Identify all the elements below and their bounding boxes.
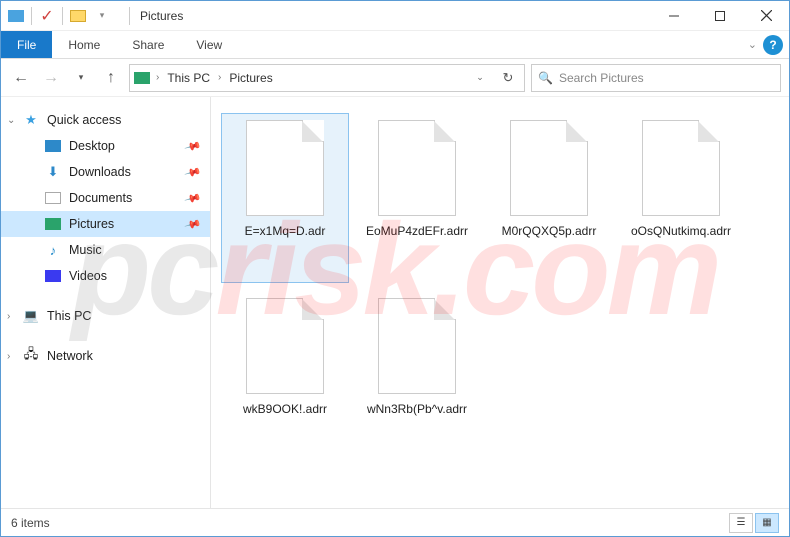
tab-share[interactable]: Share	[116, 31, 180, 58]
up-button[interactable]: ↑	[99, 66, 123, 90]
file-icon	[642, 120, 720, 216]
file-item[interactable]: wkB9OOK!.adrr	[221, 291, 349, 461]
chevron-right-icon[interactable]: ›	[7, 311, 10, 322]
location-icon	[134, 70, 150, 86]
tab-view[interactable]: View	[180, 31, 238, 58]
sidebar-item-desktop[interactable]: Desktop 📌	[1, 133, 210, 159]
pin-icon: 📌	[184, 189, 202, 207]
sidebar-item-label: Network	[47, 349, 93, 363]
sidebar-item-music[interactable]: ♪ Music	[1, 237, 210, 263]
search-box[interactable]: 🔍	[531, 64, 781, 92]
sidebar-quick-access[interactable]: ⌄ ★ Quick access	[1, 107, 210, 133]
help-icon[interactable]: ?	[763, 35, 783, 55]
breadcrumb-this-pc[interactable]: This PC	[165, 71, 212, 85]
sidebar-item-pictures[interactable]: Pictures 📌	[1, 211, 210, 237]
main-area: ⌄ ★ Quick access Desktop 📌 ⬇ Downloads 📌…	[1, 97, 789, 508]
search-icon: 🔍	[538, 71, 553, 85]
navigation-bar: ← → ▾ ↑ › This PC › Pictures ⌄ ↻ 🔍	[1, 59, 789, 97]
chevron-right-icon[interactable]: ›	[154, 72, 161, 83]
sidebar-item-label: Videos	[69, 269, 107, 283]
sidebar-item-label: Pictures	[69, 217, 114, 231]
file-item[interactable]: E=x1Mq=D.adr	[221, 113, 349, 283]
quick-access-toolbar: ✓ ▾	[1, 5, 127, 27]
view-details-button[interactable]: ☰	[729, 513, 753, 533]
star-icon: ★	[23, 112, 39, 128]
breadcrumb-pictures[interactable]: Pictures	[227, 71, 274, 85]
this-pc-icon: 💻	[23, 308, 39, 324]
app-icon[interactable]	[5, 5, 27, 27]
file-item[interactable]: oOsQNutkimq.adrr	[617, 113, 745, 283]
sidebar-item-documents[interactable]: Documents 📌	[1, 185, 210, 211]
qat-properties-icon[interactable]: ✓	[36, 5, 58, 27]
qat-folder-icon[interactable]	[67, 5, 89, 27]
sidebar-item-label: Downloads	[69, 165, 131, 179]
chevron-right-icon[interactable]: ›	[216, 72, 223, 83]
ribbon-expand-icon[interactable]: ⌄	[748, 38, 757, 51]
desktop-icon	[45, 138, 61, 154]
file-icon	[246, 298, 324, 394]
address-bar[interactable]: › This PC › Pictures ⌄ ↻	[129, 64, 525, 92]
file-tab[interactable]: File	[1, 31, 52, 58]
sidebar-item-label: Quick access	[47, 113, 121, 127]
status-item-count: 6 items	[11, 516, 50, 530]
file-list[interactable]: E=x1Mq=D.adr EoMuP4zdEFr.adrr M0rQQXQ5p.ad…	[211, 97, 789, 508]
chevron-down-icon[interactable]: ⌄	[7, 115, 15, 126]
sidebar-item-videos[interactable]: Videos	[1, 263, 210, 289]
sidebar-item-downloads[interactable]: ⬇ Downloads 📌	[1, 159, 210, 185]
pin-icon: 📌	[184, 163, 202, 181]
maximize-button[interactable]	[697, 1, 743, 31]
file-name: M0rQQXQ5p.adrr	[502, 224, 597, 240]
downloads-icon: ⬇	[45, 164, 61, 180]
file-name: oOsQNutkimq.adrr	[631, 224, 731, 240]
music-icon: ♪	[45, 242, 61, 258]
back-button[interactable]: ←	[9, 66, 33, 90]
sidebar-this-pc[interactable]: › 💻 This PC	[1, 303, 210, 329]
file-item[interactable]: M0rQQXQ5p.adrr	[485, 113, 613, 283]
tab-home[interactable]: Home	[52, 31, 116, 58]
recent-locations-dropdown[interactable]: ▾	[69, 66, 93, 90]
pictures-icon	[45, 216, 61, 232]
title-bar: ✓ ▾ Pictures	[1, 1, 789, 31]
pin-icon: 📌	[184, 215, 202, 233]
window-title: Pictures	[132, 9, 651, 23]
file-icon	[378, 298, 456, 394]
network-icon: 🖧	[23, 348, 39, 364]
status-bar: 6 items ☰ ▦	[1, 508, 789, 536]
close-button[interactable]	[743, 1, 789, 31]
file-name: EoMuP4zdEFr.adrr	[366, 224, 468, 240]
file-item[interactable]: wNn3Rb(Pb^v.adrr	[353, 291, 481, 461]
view-large-icons-button[interactable]: ▦	[755, 513, 779, 533]
qat-dropdown-icon[interactable]: ▾	[91, 5, 113, 27]
file-item[interactable]: EoMuP4zdEFr.adrr	[353, 113, 481, 283]
forward-button[interactable]: →	[39, 66, 63, 90]
file-icon	[378, 120, 456, 216]
chevron-right-icon[interactable]: ›	[7, 351, 10, 362]
refresh-icon[interactable]: ↻	[496, 66, 520, 90]
documents-icon	[45, 190, 61, 206]
address-dropdown-icon[interactable]: ⌄	[468, 66, 492, 90]
sidebar-network[interactable]: › 🖧 Network	[1, 343, 210, 369]
sidebar-item-label: Music	[69, 243, 102, 257]
videos-icon	[45, 268, 61, 284]
sidebar-item-label: Desktop	[69, 139, 115, 153]
file-name: E=x1Mq=D.adr	[245, 224, 326, 240]
pin-icon: 📌	[184, 137, 202, 155]
navigation-pane[interactable]: ⌄ ★ Quick access Desktop 📌 ⬇ Downloads 📌…	[1, 97, 211, 508]
sidebar-item-label: Documents	[69, 191, 132, 205]
file-name: wNn3Rb(Pb^v.adrr	[367, 402, 467, 418]
minimize-button[interactable]	[651, 1, 697, 31]
file-name: wkB9OOK!.adrr	[243, 402, 327, 418]
file-icon	[510, 120, 588, 216]
sidebar-item-label: This PC	[47, 309, 91, 323]
file-icon	[246, 120, 324, 216]
search-input[interactable]	[559, 71, 774, 85]
ribbon: File Home Share View ⌄ ?	[1, 31, 789, 59]
